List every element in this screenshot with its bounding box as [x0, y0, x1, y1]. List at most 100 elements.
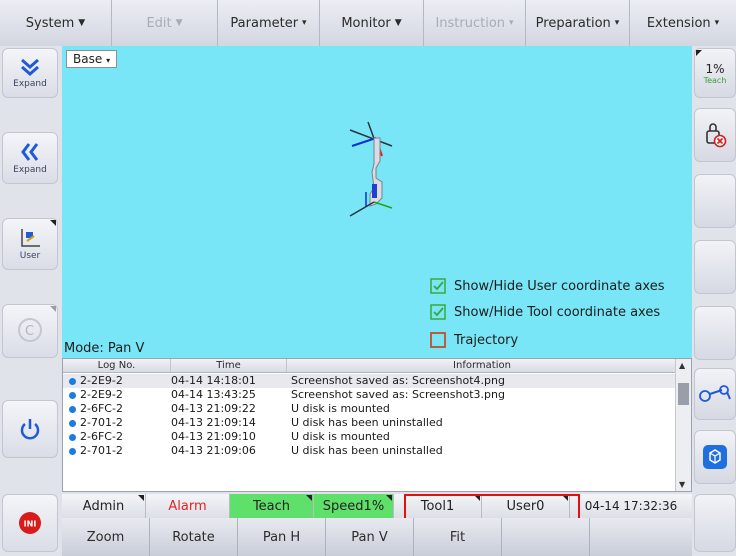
menu-instruction[interactable]: Instruction ▾ [424, 0, 526, 46]
expand-left-label: Expand [13, 165, 47, 175]
double-chevron-down-icon [21, 58, 39, 76]
svg-text:INI: INI [24, 520, 37, 529]
status-tool[interactable]: Tool1 [394, 494, 482, 518]
power-button[interactable] [2, 400, 58, 458]
checkmark-icon [430, 278, 446, 294]
corner-indicator-icon [306, 495, 312, 501]
status-mode[interactable]: Teach [230, 494, 314, 518]
status-user-coordinate[interactable]: User0 [482, 494, 570, 518]
scrollbar-thumb[interactable] [678, 383, 689, 405]
zoom-button[interactable]: Zoom [62, 518, 150, 556]
status-alarm[interactable]: Alarm [146, 494, 230, 518]
robot-3d-viewport[interactable]: Base ▾ Show/Hide User coordinate axes Sh… [62, 46, 692, 358]
coordinate-axes-icon [21, 229, 40, 247]
corner-indicator-icon [138, 495, 144, 501]
log-col-no[interactable]: Log No. [63, 359, 171, 372]
dropdown-arrow-icon: ▼ [78, 18, 86, 28]
double-chevron-left-icon [21, 143, 39, 161]
init-button[interactable]: INI [2, 494, 58, 552]
menu-parameter[interactable]: Parameter ▾ [218, 0, 320, 46]
empty-toolbar-button[interactable] [502, 518, 590, 556]
dropdown-arrow-icon: ▾ [106, 56, 111, 65]
corner-indicator-icon [50, 220, 56, 226]
log-col-info[interactable]: Information [287, 359, 677, 372]
lock-cancel-icon [706, 123, 727, 148]
empty-checkbox-icon [430, 332, 446, 348]
dropdown-arrow-icon: ▼ [175, 18, 183, 28]
corner-indicator-icon [696, 50, 702, 56]
init-red-badge-icon: INI [19, 512, 41, 534]
fit-button[interactable]: Fit [414, 518, 502, 556]
empty-side-button[interactable] [694, 494, 736, 552]
dropdown-arrow-icon: ▼ [394, 18, 402, 28]
status-user[interactable]: Admin [62, 494, 146, 518]
coordinate-toggle-button[interactable]: C [2, 304, 58, 358]
svg-text:C: C [25, 324, 34, 339]
menu-system[interactable]: System ▼ [0, 0, 112, 46]
show-user-axes-checkbox[interactable]: Show/Hide User coordinate axes [430, 276, 665, 296]
unlock-button[interactable] [694, 108, 736, 162]
log-table-header: Log No. Time Information [63, 359, 677, 373]
log-row[interactable]: 2-2E9-2 04-14 14:18:01 Screenshot saved … [63, 374, 677, 388]
circular-coordinate-icon: C [18, 318, 42, 342]
log-col-time[interactable]: Time [171, 359, 287, 372]
info-dot-icon [69, 377, 76, 385]
robot-arm-button[interactable] [694, 368, 736, 420]
pan-h-button[interactable]: Pan H [238, 518, 326, 556]
speed-mode-label: Teach [703, 75, 727, 85]
info-dot-icon [69, 391, 76, 399]
expand-down-button[interactable]: Expand [2, 48, 58, 98]
dropdown-arrow-icon: ▾ [509, 18, 514, 28]
expand-left-button[interactable]: Expand [2, 132, 58, 184]
robot-teach-pendant-window: System ▼ Edit ▼ Parameter ▾ Monitor ▼ Instru… [0, 0, 736, 556]
user-coordinate-button[interactable]: User [2, 218, 58, 270]
dropdown-arrow-icon: ▾ [614, 18, 620, 28]
info-dot-icon [69, 433, 76, 441]
status-speed[interactable]: Speed1% [314, 494, 394, 518]
coordinate-system-select[interactable]: Base ▾ [66, 50, 118, 68]
right-toolbar: 1% Teach [692, 46, 736, 556]
empty-side-button[interactable] [694, 240, 736, 294]
robot-arm-icon [699, 385, 731, 402]
empty-toolbar-button[interactable] [590, 518, 692, 556]
log-row[interactable]: 2-701-2 04-13 21:09:14 U disk has been u… [63, 416, 677, 430]
scroll-up-arrow-icon[interactable]: ▲ [679, 361, 685, 370]
left-toolbar: Expand Expand User C INI [0, 46, 60, 556]
menu-edit[interactable]: Edit ▼ [112, 0, 218, 46]
corner-indicator-icon [386, 495, 392, 501]
log-row[interactable]: 2-6FC-2 04-13 21:09:10 U disk is mounted [63, 430, 677, 444]
view-mode-label: Mode: Pan V [64, 341, 145, 356]
menu-extension[interactable]: Extension ▾ [630, 0, 736, 46]
corner-indicator-icon [562, 495, 568, 501]
3d-rotation-icon [703, 445, 727, 469]
dropdown-arrow-icon: ▾ [302, 18, 307, 28]
rotate-button[interactable]: Rotate [150, 518, 238, 556]
corner-indicator-icon [474, 495, 480, 501]
corner-indicator-icon [50, 306, 56, 312]
status-datetime: 04-14 17:32:36 [570, 494, 692, 518]
view-toolbar: Zoom Rotate Pan H Pan V Fit [62, 518, 692, 556]
empty-side-button[interactable] [694, 174, 736, 228]
pan-v-button[interactable]: Pan V [326, 518, 414, 556]
menu-monitor[interactable]: Monitor ▼ [320, 0, 424, 46]
main-menu-bar: System ▼ Edit ▼ Parameter ▾ Monitor ▼ Instru… [0, 0, 736, 46]
3d-view-button[interactable] [694, 430, 736, 484]
info-dot-icon [69, 405, 76, 413]
power-icon [20, 419, 40, 440]
log-row[interactable]: 2-701-2 04-13 21:09:06 U disk has been u… [63, 444, 677, 458]
speed-button[interactable]: 1% Teach [694, 48, 736, 98]
speed-percent: 1% [705, 61, 725, 76]
show-tool-axes-checkbox[interactable]: Show/Hide Tool coordinate axes [430, 302, 660, 322]
info-dot-icon [69, 419, 76, 427]
scroll-down-arrow-icon[interactable]: ▼ [679, 480, 685, 489]
user-coordinate-label: User [19, 251, 41, 261]
menu-preparation[interactable]: Preparation ▾ [526, 0, 630, 46]
empty-side-button[interactable] [694, 306, 736, 360]
log-scrollbar[interactable]: ▲ ▼ [675, 359, 691, 491]
checkmark-icon [430, 304, 446, 320]
status-bar: Admin Alarm Teach Speed1% Tool1 User0 04… [62, 494, 692, 518]
robot-arm-model [349, 121, 393, 217]
trajectory-checkbox[interactable]: Trajectory [430, 330, 518, 350]
log-row[interactable]: 2-6FC-2 04-13 21:09:22 U disk is mounted [63, 402, 677, 416]
log-row[interactable]: 2-2E9-2 04-14 13:43:25 Screenshot saved … [63, 388, 677, 402]
